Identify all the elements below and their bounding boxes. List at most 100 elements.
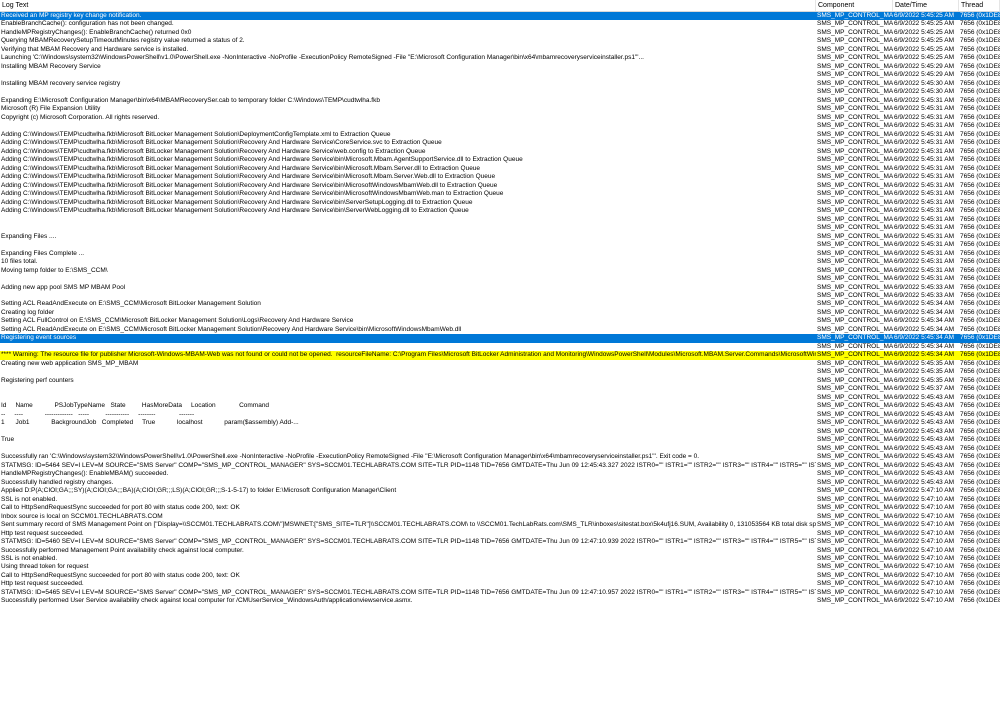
component-cell: SMS_MP_CONTROL_MANA [817, 410, 893, 418]
thread-cell: 7656 (0x1DE8) [960, 563, 1000, 571]
log-row[interactable]: SSL is not enabled. SMS_MP_CONTROL_MANA6/… [0, 496, 1000, 504]
log-row[interactable]: SMS_MP_CONTROL_MANA6/9/2022 5:45:43 AM 76… [0, 428, 1000, 436]
log-row[interactable]: Registering perf counters SMS_MP_CONTROL_… [0, 377, 1000, 385]
log-row[interactable]: Copyright (c) Microsoft Corporation. All… [0, 114, 1000, 122]
log-row[interactable]: STATMSG: ID=5465 SEV=I LEV=M SOURCE="SMS… [0, 589, 1000, 597]
log-row[interactable]: STATMSG: ID=5460 SEV=I LEV=M SOURCE="SMS… [0, 538, 1000, 546]
log-row[interactable]: Verifying that MBAM Recovery and Hardwar… [0, 46, 1000, 54]
log-row[interactable]: HandleMPRegistryChanges(): EnableMBAM() … [0, 470, 1000, 478]
log-text-cell: Verifying that MBAM Recovery and Hardwar… [1, 45, 189, 53]
log-text-cell: Launching 'C:\Windows\system32\WindowsPo… [1, 54, 644, 62]
thread-cell: 7656 (0x1DE8) [960, 12, 1000, 19]
log-row[interactable]: Adding C:\Windows\TEMP\cudtwlha.fkb\Micr… [0, 207, 1000, 215]
log-row[interactable]: Call to HttpSendRequestSync succeeded fo… [0, 572, 1000, 580]
log-row[interactable]: SMS_MP_CONTROL_MANA6/9/2022 5:45:31 AM 76… [0, 275, 1000, 283]
column-header-log-text[interactable]: Log Text [0, 0, 816, 11]
component-cell: SMS_MP_CONTROL_MANA [817, 198, 893, 206]
log-row[interactable]: Http test request succeeded. SMS_MP_CONTR… [0, 580, 1000, 588]
log-row[interactable]: -- ---- ------------- ----- ----------- … [0, 411, 1000, 419]
column-header-datetime[interactable]: Date/Time [893, 0, 959, 11]
log-row[interactable]: SMS_MP_CONTROL_MANA6/9/2022 5:45:43 AM 76… [0, 445, 1000, 453]
log-row[interactable]: SMS_MP_CONTROL_MANA6/9/2022 5:45:37 AM 76… [0, 385, 1000, 393]
log-row[interactable]: **** Warning: The resource file for publ… [0, 351, 1000, 360]
log-row[interactable]: Creating new web application SMS_MP_MBAM… [0, 360, 1000, 368]
log-row[interactable]: Expanding Files Complete ... SMS_MP_CONTR… [0, 250, 1000, 258]
log-row[interactable]: Adding C:\Windows\TEMP\cudtwlha.fkb\Micr… [0, 190, 1000, 198]
log-row[interactable]: Successfully ran 'C:\Windows\system32\Wi… [0, 453, 1000, 461]
thread-cell: 7656 (0x1DE8) [960, 147, 1000, 155]
log-row[interactable]: Successfully handled registry changes. SM… [0, 479, 1000, 487]
thread-cell: 7656 (0x1DE8) [960, 385, 1000, 393]
log-row[interactable]: Using thread token for request SMS_MP_CON… [0, 563, 1000, 571]
component-cell: SMS_MP_CONTROL_MANA [817, 444, 893, 452]
log-row[interactable]: SMS_MP_CONTROL_MANA6/9/2022 5:45:31 AM 76… [0, 216, 1000, 224]
log-row[interactable]: SMS_MP_CONTROL_MANA6/9/2022 5:45:35 AM 76… [0, 368, 1000, 376]
log-row[interactable]: True SMS_MP_CONTROL_MANA6/9/2022 5:45:43 … [0, 436, 1000, 444]
log-row[interactable]: Successfully performed Management Point … [0, 547, 1000, 555]
log-row[interactable]: HandleMPRegistryChanges(): EnableBranchC… [0, 29, 1000, 37]
datetime-cell: 6/9/2022 5:45:43 AM [894, 427, 954, 435]
log-row[interactable]: SMS_MP_CONTROL_MANA6/9/2022 5:45:31 AM 76… [0, 224, 1000, 232]
log-row[interactable]: Adding C:\Windows\TEMP\cudtwlha.fkb\Micr… [0, 131, 1000, 139]
log-row[interactable]: SMS_MP_CONTROL_MANA6/9/2022 5:45:33 AM 76… [0, 292, 1000, 300]
log-row[interactable]: Adding C:\Windows\TEMP\cudtwlha.fkb\Micr… [0, 139, 1000, 147]
log-row[interactable]: SSL is not enabled. SMS_MP_CONTROL_MANA6/… [0, 555, 1000, 563]
log-row[interactable]: Setting ACL ReadAndExecute on E:\SMS_CCM… [0, 326, 1000, 334]
log-row[interactable]: Expanding E:\Microsoft Configuration Man… [0, 97, 1000, 105]
log-row[interactable]: Creating log folder SMS_MP_CONTROL_MANA6/… [0, 309, 1000, 317]
datetime-cell: 6/9/2022 5:45:43 AM [894, 419, 954, 427]
log-row[interactable]: SMS_MP_CONTROL_MANA6/9/2022 5:45:31 AM 76… [0, 241, 1000, 249]
log-row[interactable]: Inbox source is local on SCCM01.TECHLABR… [0, 513, 1000, 521]
log-row[interactable]: Id Name PSJobTypeName State HasMoreData … [0, 402, 1000, 410]
log-text-cell: Installing MBAM recovery service registr… [1, 79, 121, 87]
log-text-cell: HandleMPRegistryChanges(): EnableBranchC… [1, 28, 192, 36]
datetime-cell: 6/9/2022 5:45:29 AM [894, 62, 954, 70]
log-row[interactable]: STATMSG: ID=5464 SEV=I LEV=M SOURCE="SMS… [0, 462, 1000, 470]
column-header-component[interactable]: Component [816, 0, 893, 11]
log-row[interactable]: Expanding Files .... SMS_MP_CONTROL_MANA6… [0, 233, 1000, 241]
log-row[interactable]: Adding C:\Windows\TEMP\cudtwlha.fkb\Micr… [0, 156, 1000, 164]
log-row[interactable]: Adding new app pool SMS MP MBAM Pool SMS_… [0, 284, 1000, 292]
log-row[interactable]: Adding C:\Windows\TEMP\cudtwlha.fkb\Micr… [0, 173, 1000, 181]
log-row[interactable]: Launching 'C:\Windows\system32\WindowsPo… [0, 54, 1000, 62]
log-row[interactable]: SMS_MP_CONTROL_MANA6/9/2022 5:45:34 AM 76… [0, 343, 1000, 351]
log-row[interactable]: Adding C:\Windows\TEMP\cudtwlha.fkb\Micr… [0, 165, 1000, 173]
column-header-thread[interactable]: Thread [959, 0, 1000, 11]
thread-cell: 7656 (0x1DE8) [960, 419, 1000, 427]
log-text-cell: Adding C:\Windows\TEMP\cudtwlha.fkb\Micr… [1, 190, 504, 198]
log-row[interactable]: SMS_MP_CONTROL_MANA6/9/2022 5:45:29 AM 76… [0, 71, 1000, 79]
log-row[interactable]: Adding C:\Windows\TEMP\cudtwlha.fkb\Micr… [0, 148, 1000, 156]
log-text-cell: Call to HttpSendRequestSync succeeded fo… [1, 504, 240, 512]
log-row[interactable]: 10 files total. SMS_MP_CONTROL_MANA6/9/20… [0, 258, 1000, 266]
log-row[interactable]: SMS_MP_CONTROL_MANA6/9/2022 5:45:43 AM 76… [0, 394, 1000, 402]
log-row[interactable]: Moving temp folder to E:\SMS_CCM\ SMS_MP_… [0, 267, 1000, 275]
log-row[interactable]: Call to HttpSendRequestSync succeeded fo… [0, 504, 1000, 512]
datetime-cell: 6/9/2022 5:45:25 AM [894, 45, 954, 53]
log-row[interactable]: Setting ACL ReadAndExecute on E:\SMS_CCM… [0, 300, 1000, 308]
log-row[interactable]: Setting ACL FullControl on E:\SMS_CCM\Mi… [0, 317, 1000, 325]
log-row[interactable]: Sent summary record of SMS Management Po… [0, 521, 1000, 529]
log-row[interactable]: Http test request succeeded. SMS_MP_CONTR… [0, 530, 1000, 538]
log-row[interactable]: Installing MBAM recovery service registr… [0, 80, 1000, 88]
log-text-cell: Received an MP registry key change notif… [1, 12, 142, 19]
log-row[interactable]: EnableBranchCache(): configuration has n… [0, 20, 1000, 28]
datetime-cell: 6/9/2022 5:45:37 AM [894, 385, 954, 393]
thread-cell: 7656 (0x1DE8) [960, 580, 1000, 588]
log-row[interactable]: SMS_MP_CONTROL_MANA6/9/2022 5:45:31 AM 76… [0, 122, 1000, 130]
component-cell: SMS_MP_CONTROL_MANA [817, 105, 893, 113]
log-row[interactable]: Installing MBAM Recovery Service SMS_MP_C… [0, 63, 1000, 71]
log-row[interactable]: Adding C:\Windows\TEMP\cudtwlha.fkb\Micr… [0, 182, 1000, 190]
log-row[interactable]: Registering event sources SMS_MP_CONTROL_… [0, 334, 1000, 343]
log-row[interactable]: SMS_MP_CONTROL_MANA6/9/2022 5:45:30 AM 76… [0, 88, 1000, 96]
log-row[interactable]: Successfully performed User Service avai… [0, 597, 1000, 605]
component-cell: SMS_MP_CONTROL_MANA [817, 207, 893, 215]
log-row[interactable]: 1 Job1 BackgroundJob Completed True loca… [0, 419, 1000, 427]
component-cell: SMS_MP_CONTROL_MANA [817, 325, 893, 333]
log-row[interactable]: Applied D:P(A;CIOI;GA;;;SY)(A;CIOI;GA;;;… [0, 487, 1000, 495]
log-row[interactable]: Microsoft (R) File Expansion Utility SMS_… [0, 105, 1000, 113]
component-cell: SMS_MP_CONTROL_MANA [817, 130, 893, 138]
log-row[interactable]: Adding C:\Windows\TEMP\cudtwlha.fkb\Micr… [0, 199, 1000, 207]
thread-cell: 7656 (0x1DE8) [960, 122, 1000, 130]
log-row[interactable]: Received an MP registry key change notif… [0, 12, 1000, 21]
log-row[interactable]: Querying MBAMRecoverySetupTimeoutMinutes… [0, 37, 1000, 45]
